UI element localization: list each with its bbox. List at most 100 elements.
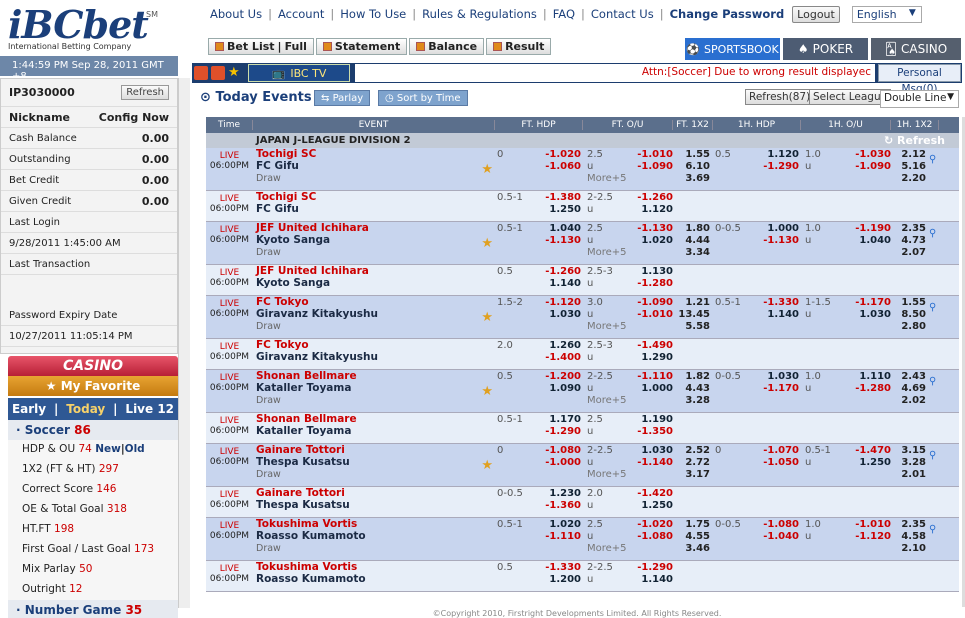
tab-live[interactable]: Live 12 bbox=[125, 402, 174, 416]
under-odds[interactable]: 1.140 bbox=[641, 574, 673, 586]
add-favorite-icon[interactable]: ★ bbox=[481, 458, 493, 473]
hdp-home-odds[interactable]: 1.020 bbox=[549, 519, 581, 531]
tab-sportsbook[interactable]: ⚽ SPORTSBOOK bbox=[685, 38, 780, 60]
1h-over-odds[interactable]: -1.010 bbox=[855, 519, 891, 531]
away-win-odds[interactable]: 4.43 bbox=[685, 383, 710, 395]
under-odds[interactable]: -1.350 bbox=[637, 426, 673, 438]
hdp-away-odds[interactable]: 1.140 bbox=[549, 278, 581, 290]
new-link[interactable]: New bbox=[95, 443, 121, 455]
hdp-home-odds[interactable]: -1.260 bbox=[545, 266, 581, 278]
1h-hdp-away-odds[interactable]: -1.290 bbox=[763, 161, 799, 173]
nav-faq[interactable]: FAQ bbox=[553, 7, 575, 21]
market-1x2[interactable]: 1X2 (FT & HT) 297 bbox=[8, 460, 178, 480]
casino-banner[interactable]: CASINO bbox=[8, 356, 178, 376]
1h-under-odds[interactable]: -1.280 bbox=[855, 383, 891, 395]
1h-draw-odds[interactable]: 2.10 bbox=[901, 543, 926, 555]
away-win-odds[interactable]: 4.44 bbox=[685, 235, 710, 247]
my-favorite-button[interactable]: ★ My Favorite bbox=[8, 376, 178, 396]
over-odds[interactable]: -1.010 bbox=[637, 149, 673, 161]
bet-list-button[interactable]: Bet List | Full bbox=[208, 38, 314, 55]
1h-hdp-home-odds[interactable]: 1.120 bbox=[767, 149, 799, 161]
balance-button[interactable]: Balance bbox=[409, 38, 485, 55]
nav-how-to-use[interactable]: How To Use bbox=[340, 7, 406, 21]
market-mix-parlay[interactable]: Mix Parlay 50 bbox=[8, 560, 178, 580]
away-win-odds[interactable]: 2.72 bbox=[685, 457, 710, 469]
under-odds[interactable]: 1.290 bbox=[641, 352, 673, 364]
hdp-away-odds[interactable]: 1.200 bbox=[549, 574, 581, 586]
hdp-away-odds[interactable]: 1.250 bbox=[549, 204, 581, 216]
refresh-count-button[interactable]: Refresh(87) bbox=[745, 89, 815, 105]
1h-hdp-away-odds[interactable]: -1.130 bbox=[763, 235, 799, 247]
under-odds[interactable]: 1.250 bbox=[641, 500, 673, 512]
1h-over-odds[interactable]: -1.470 bbox=[855, 445, 891, 457]
over-odds[interactable]: -1.290 bbox=[637, 562, 673, 574]
1h-under-odds[interactable]: 1.030 bbox=[859, 309, 891, 321]
statement-button[interactable]: Statement bbox=[315, 38, 408, 55]
1h-hdp-home-odds[interactable]: -1.070 bbox=[763, 445, 799, 457]
select-league-button[interactable]: Select League bbox=[809, 89, 892, 105]
over-odds[interactable]: -1.110 bbox=[637, 371, 673, 383]
1h-under-odds[interactable]: 1.250 bbox=[859, 457, 891, 469]
market-outright[interactable]: Outright 12 bbox=[8, 580, 178, 600]
1h-away-win-odds[interactable]: 5.16 bbox=[901, 161, 926, 173]
under-odds[interactable]: -1.090 bbox=[637, 161, 673, 173]
over-odds[interactable]: -1.260 bbox=[637, 192, 673, 204]
over-odds[interactable]: 1.190 bbox=[641, 414, 673, 426]
nav-account[interactable]: Account bbox=[278, 7, 324, 21]
stats-icon[interactable]: ⚲ bbox=[929, 296, 939, 338]
nav-about[interactable]: About Us bbox=[210, 7, 262, 21]
away-win-odds[interactable]: 4.55 bbox=[685, 531, 710, 543]
result-button[interactable]: Result bbox=[486, 38, 552, 55]
draw-odds[interactable]: 3.46 bbox=[685, 543, 710, 555]
home-icon[interactable] bbox=[211, 66, 225, 80]
1h-home-win-odds[interactable]: 2.35 bbox=[901, 519, 926, 531]
under-odds[interactable]: 1.120 bbox=[641, 204, 673, 216]
draw-odds[interactable]: 3.17 bbox=[685, 469, 710, 481]
brand-logo[interactable]: iBCbet SM International Betting Company bbox=[0, 0, 178, 56]
account-refresh-button[interactable]: Refresh bbox=[121, 85, 169, 100]
stats-icon[interactable]: ⚲ bbox=[929, 518, 939, 560]
hdp-away-odds[interactable]: 1.090 bbox=[549, 383, 581, 395]
language-select[interactable]: English ▼ bbox=[851, 5, 922, 23]
tab-early[interactable]: Early bbox=[12, 402, 46, 416]
1h-under-odds[interactable]: 1.040 bbox=[859, 235, 891, 247]
draw-odds[interactable]: 3.69 bbox=[685, 173, 710, 185]
over-odds[interactable]: -1.490 bbox=[637, 340, 673, 352]
under-odds[interactable]: 1.020 bbox=[641, 235, 673, 247]
ibc-tv-button[interactable]: 📺 IBC TV bbox=[248, 64, 350, 82]
change-password-link[interactable]: Change Password bbox=[670, 7, 785, 21]
tab-poker[interactable]: ♠ POKER bbox=[783, 38, 868, 60]
add-favorite-icon[interactable]: ★ bbox=[481, 310, 493, 325]
over-odds[interactable]: -1.130 bbox=[637, 223, 673, 235]
add-favorite-icon[interactable]: ★ bbox=[481, 384, 493, 399]
1h-draw-odds[interactable]: 2.80 bbox=[901, 321, 926, 333]
hdp-away-odds[interactable]: -1.000 bbox=[545, 457, 581, 469]
hdp-away-odds[interactable]: -1.290 bbox=[545, 426, 581, 438]
1h-away-win-odds[interactable]: 4.73 bbox=[901, 235, 926, 247]
1h-over-odds[interactable]: 1.110 bbox=[859, 371, 891, 383]
hdp-away-odds[interactable]: -1.400 bbox=[545, 352, 581, 364]
market-correct-score[interactable]: Correct Score 146 bbox=[8, 480, 178, 500]
stats-icon[interactable]: ⚲ bbox=[929, 148, 939, 190]
draw-odds[interactable]: 3.28 bbox=[685, 395, 710, 407]
sport-number-game[interactable]: · Number Game 35 bbox=[8, 600, 178, 618]
old-link[interactable]: Old bbox=[125, 443, 145, 455]
hdp-away-odds[interactable]: -1.110 bbox=[545, 531, 581, 543]
home-win-odds[interactable]: 2.52 bbox=[685, 445, 710, 457]
stats-icon[interactable]: ⚲ bbox=[929, 444, 939, 486]
under-odds[interactable]: -1.010 bbox=[637, 309, 673, 321]
over-odds[interactable]: -1.090 bbox=[637, 297, 673, 309]
1h-away-win-odds[interactable]: 8.50 bbox=[901, 309, 926, 321]
hdp-home-odds[interactable]: 1.260 bbox=[549, 340, 581, 352]
over-odds[interactable]: -1.420 bbox=[637, 488, 673, 500]
under-odds[interactable]: -1.140 bbox=[637, 457, 673, 469]
hdp-away-odds[interactable]: -1.130 bbox=[545, 235, 581, 247]
add-favorite-icon[interactable]: ★ bbox=[481, 236, 493, 251]
market-oe-total[interactable]: OE & Total Goal 318 bbox=[8, 500, 178, 520]
nav-rules[interactable]: Rules & Regulations bbox=[422, 7, 537, 21]
1h-draw-odds[interactable]: 2.02 bbox=[901, 395, 926, 407]
1h-hdp-away-odds[interactable]: -1.170 bbox=[763, 383, 799, 395]
1h-over-odds[interactable]: -1.030 bbox=[855, 149, 891, 161]
add-favorite-icon[interactable]: ★ bbox=[481, 162, 493, 177]
hdp-home-odds[interactable]: -1.330 bbox=[545, 562, 581, 574]
